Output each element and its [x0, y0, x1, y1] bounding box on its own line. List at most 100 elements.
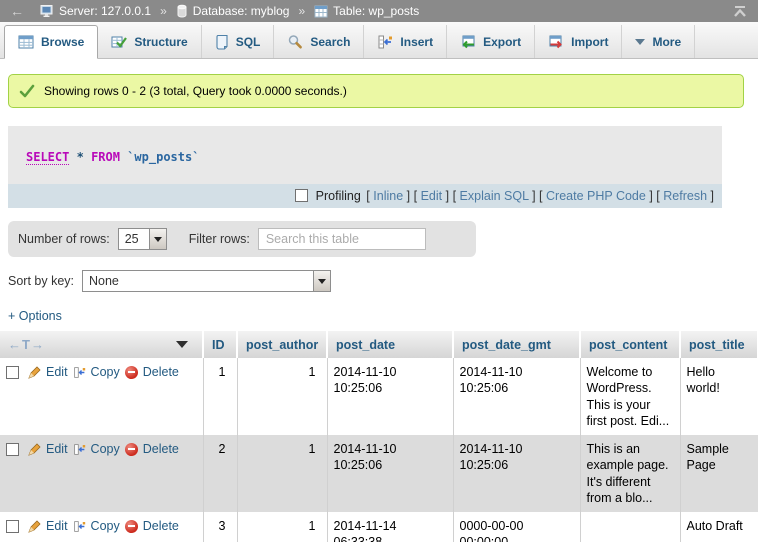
column-header-post-content[interactable]: post_content — [580, 331, 680, 358]
delete-row-link[interactable]: Delete — [143, 364, 179, 380]
tab-label: Browse — [41, 35, 84, 49]
tab-more[interactable]: More — [622, 25, 695, 58]
sort-descending-icon[interactable] — [176, 341, 188, 348]
copy-row-icon[interactable] — [73, 443, 86, 456]
number-of-rows-value: 25 — [119, 229, 149, 249]
filter-rows-input[interactable] — [258, 228, 426, 250]
delete-row-icon[interactable] — [125, 520, 138, 533]
tab-bar: Browse Structure SQL Search — [0, 22, 758, 59]
sql-tools-bar: Profiling [ Inline ] [ Edit ] [ Explain … — [8, 184, 722, 208]
chevron-down-icon — [635, 39, 645, 45]
row-checkbox[interactable] — [6, 366, 19, 379]
cell-post-author: 1 — [237, 358, 327, 435]
insert-row-icon — [377, 34, 393, 50]
edit-row-link[interactable]: Edit — [46, 364, 68, 380]
tab-label: SQL — [236, 35, 261, 49]
tab-export[interactable]: Export — [447, 25, 535, 58]
edit-row-link[interactable]: Edit — [46, 518, 68, 534]
copy-row-link[interactable]: Copy — [91, 364, 120, 380]
copy-row-link[interactable]: Copy — [91, 441, 120, 457]
number-of-rows-label: Number of rows: — [18, 232, 110, 246]
delete-row-link[interactable]: Delete — [143, 518, 179, 534]
refresh-link[interactable]: Refresh — [663, 189, 707, 203]
table-row: Edit Copy Delete 1 1 2014-11-10 10:25:06… — [0, 358, 758, 435]
breadcrumb-database[interactable]: Database: myblog — [193, 4, 290, 18]
tab-label: Search — [310, 35, 350, 49]
explain-sql-link[interactable]: Explain SQL — [460, 189, 529, 203]
table-row: Edit Copy Delete 2 1 2014-11-10 10:25:06… — [0, 435, 758, 512]
breadcrumb-separator: » — [160, 4, 167, 18]
cell-post-date-gmt: 0000-00-00 00:00:00 — [453, 512, 580, 542]
column-header-post-date[interactable]: post_date — [327, 331, 453, 358]
options-toggle-link[interactable]: + Options — [8, 309, 62, 323]
column-header-post-date-gmt[interactable]: post_date_gmt — [453, 331, 580, 358]
back-arrow-icon[interactable]: ← — [10, 3, 24, 19]
sort-by-key-select[interactable]: None — [82, 270, 331, 292]
row-checkbox[interactable] — [6, 520, 19, 533]
profiling-checkbox[interactable] — [295, 189, 308, 202]
cell-post-content: Welcome to WordPress. This is your first… — [580, 358, 680, 435]
copy-row-icon[interactable] — [73, 366, 86, 379]
cell-post-content: This is an example page. It's different … — [580, 435, 680, 512]
tab-label: Import — [571, 35, 608, 49]
column-header-post-author[interactable]: post_author — [237, 331, 327, 358]
select-arrow-button[interactable] — [149, 229, 166, 249]
bracket: ] — [711, 189, 714, 203]
database-icon — [176, 4, 188, 18]
column-header-id[interactable]: ID — [203, 331, 237, 358]
chevron-down-icon — [154, 237, 162, 242]
edit-pencil-icon[interactable] — [28, 443, 41, 456]
bracket: [ — [656, 189, 659, 203]
bracket: ] — [532, 189, 535, 203]
sql-query-box: SELECT * FROM `wp_posts` Profiling [ Inl… — [8, 126, 722, 208]
edit-query-link[interactable]: Edit — [421, 189, 443, 203]
create-php-code-link[interactable]: Create PHP Code — [546, 189, 646, 203]
delete-row-link[interactable]: Delete — [143, 441, 179, 457]
column-header-actions[interactable]: ←T→ — [0, 331, 203, 358]
cell-post-title: Sample Page — [680, 435, 758, 512]
tab-structure[interactable]: Structure — [98, 25, 201, 58]
select-arrow-button[interactable] — [313, 271, 330, 291]
copy-row-icon[interactable] — [73, 520, 86, 533]
edit-pencil-icon[interactable] — [28, 520, 41, 533]
inline-link[interactable]: Inline — [373, 189, 403, 203]
transpose-nav-icon[interactable]: ←T→ — [8, 337, 45, 352]
tab-sql[interactable]: SQL — [202, 25, 275, 58]
cell-id: 3 — [203, 512, 237, 542]
server-icon — [40, 4, 54, 18]
row-checkbox[interactable] — [6, 443, 19, 456]
cell-post-author: 1 — [237, 512, 327, 542]
cell-post-content — [580, 512, 680, 542]
tab-import[interactable]: Import — [535, 25, 622, 58]
chevron-down-icon — [318, 279, 326, 284]
bracket: ] — [649, 189, 652, 203]
copy-row-link[interactable]: Copy — [91, 518, 120, 534]
breadcrumb-separator: » — [298, 4, 305, 18]
filter-rows-label: Filter rows: — [189, 232, 250, 246]
delete-row-icon[interactable] — [125, 443, 138, 456]
sql-keyword-from: FROM — [91, 150, 120, 164]
status-message-text: Showing rows 0 - 2 (3 total, Query took … — [44, 84, 347, 98]
column-header-post-title[interactable]: post_title — [680, 331, 758, 358]
sort-by-key-value: None — [83, 271, 313, 291]
sql-keyword-select[interactable]: SELECT — [26, 150, 69, 165]
tab-search[interactable]: Search — [274, 25, 364, 58]
collapse-icon[interactable] — [732, 5, 748, 18]
sort-by-key-label: Sort by key: — [8, 274, 74, 288]
delete-row-icon[interactable] — [125, 366, 138, 379]
edit-row-link[interactable]: Edit — [46, 441, 68, 457]
results-table: ←T→ ID post_author post_date post_date_g… — [0, 331, 758, 542]
sql-star: * — [77, 150, 84, 164]
edit-pencil-icon[interactable] — [28, 366, 41, 379]
breadcrumb-server[interactable]: Server: 127.0.0.1 — [59, 4, 151, 18]
cell-post-author: 1 — [237, 435, 327, 512]
tab-browse[interactable]: Browse — [4, 25, 98, 59]
profiling-label[interactable]: Profiling — [316, 189, 361, 203]
bracket: ] — [446, 189, 449, 203]
tab-insert[interactable]: Insert — [364, 25, 447, 58]
number-of-rows-select[interactable]: 25 — [118, 228, 167, 250]
bracket: [ — [539, 189, 542, 203]
table-icon — [314, 5, 328, 18]
breadcrumb-table[interactable]: Table: wp_posts — [333, 4, 419, 18]
sort-control-row: Sort by key: None — [8, 270, 758, 292]
